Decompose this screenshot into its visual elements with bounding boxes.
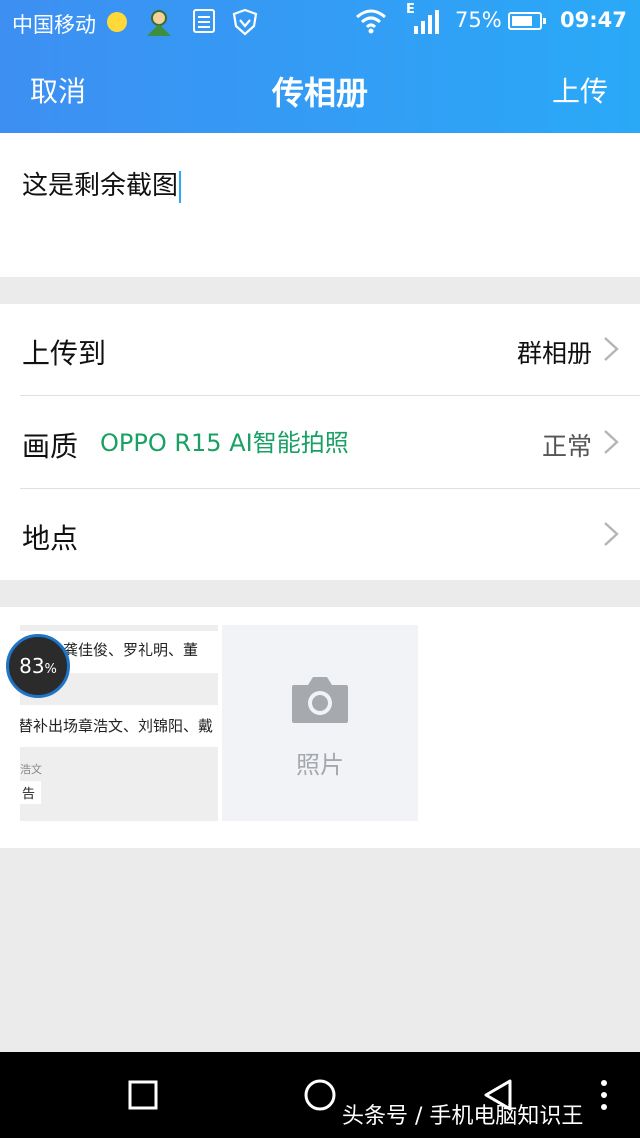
camera-icon	[292, 677, 348, 723]
divider	[20, 395, 640, 396]
upload-to-label: 上传到	[22, 337, 107, 370]
quality-row[interactable]: 画质 OPPO R15 AI智能拍照 正常	[0, 397, 640, 489]
upload-button[interactable]: 上传	[552, 70, 608, 110]
boost-unit: %	[44, 662, 57, 677]
upload-to-value: 群相册	[516, 339, 592, 368]
app-character-icon	[147, 10, 171, 36]
quality-value: 正常	[541, 432, 592, 461]
chevron-right-icon	[604, 430, 619, 454]
caption-text: 这是剩余截图	[22, 165, 182, 203]
add-photo-label: 照片	[296, 751, 344, 779]
status-bar: 中国移动 E 75% 09:47	[0, 0, 640, 44]
page-title: 传相册	[271, 74, 368, 112]
thumbnail-small-text: 浩文	[20, 763, 42, 776]
upload-to-row[interactable]: 上传到 群相册	[0, 304, 640, 396]
location-label: 地点	[22, 522, 79, 555]
caption-input[interactable]: 这是剩余截图	[0, 133, 640, 277]
clock: 09:47	[560, 8, 627, 32]
location-row[interactable]: 地点	[0, 489, 640, 581]
signal-icon	[414, 10, 439, 34]
watermark-text: 头条号 / 手机电脑知识王	[342, 1104, 584, 1129]
chevron-right-icon	[604, 337, 619, 361]
navigation-bar: 头条号 / 手机电脑知识王	[0, 1052, 640, 1138]
ad-watermark-text: OPPO R15 AI智能拍照	[100, 429, 349, 457]
recent-apps-button[interactable]	[128, 1080, 158, 1110]
more-options-icon[interactable]	[598, 1078, 610, 1112]
text-cursor	[179, 170, 182, 203]
photos-section: 黄岩、龚佳俊、罗礼明、董 替补出场章浩文、刘锦阳、戴 浩文 告 83% 照片	[0, 607, 640, 848]
add-photo-button[interactable]: 照片	[222, 625, 418, 821]
battery-icon	[508, 12, 546, 30]
thumbnail-text-line: 替补出场章浩文、刘锦阳、戴	[20, 717, 214, 735]
notification-dot-icon	[107, 12, 127, 32]
news-icon	[193, 9, 215, 33]
home-button[interactable]	[303, 1078, 337, 1112]
shield-icon	[232, 8, 258, 36]
boost-percent: 83	[19, 654, 45, 678]
wifi-icon	[356, 9, 386, 34]
thumbnail-tiny-text: 告	[20, 781, 42, 804]
chevron-right-icon	[604, 522, 619, 546]
carrier-name: 中国移动	[12, 13, 96, 37]
battery-percent: 75%	[455, 8, 502, 32]
quality-label: 画质	[22, 430, 79, 463]
memory-boost-badge[interactable]: 83%	[6, 634, 70, 698]
settings-list: 上传到 群相册 画质 OPPO R15 AI智能拍照 正常 地点	[0, 304, 640, 580]
title-bar: 取消 传相册 上传	[0, 44, 640, 133]
